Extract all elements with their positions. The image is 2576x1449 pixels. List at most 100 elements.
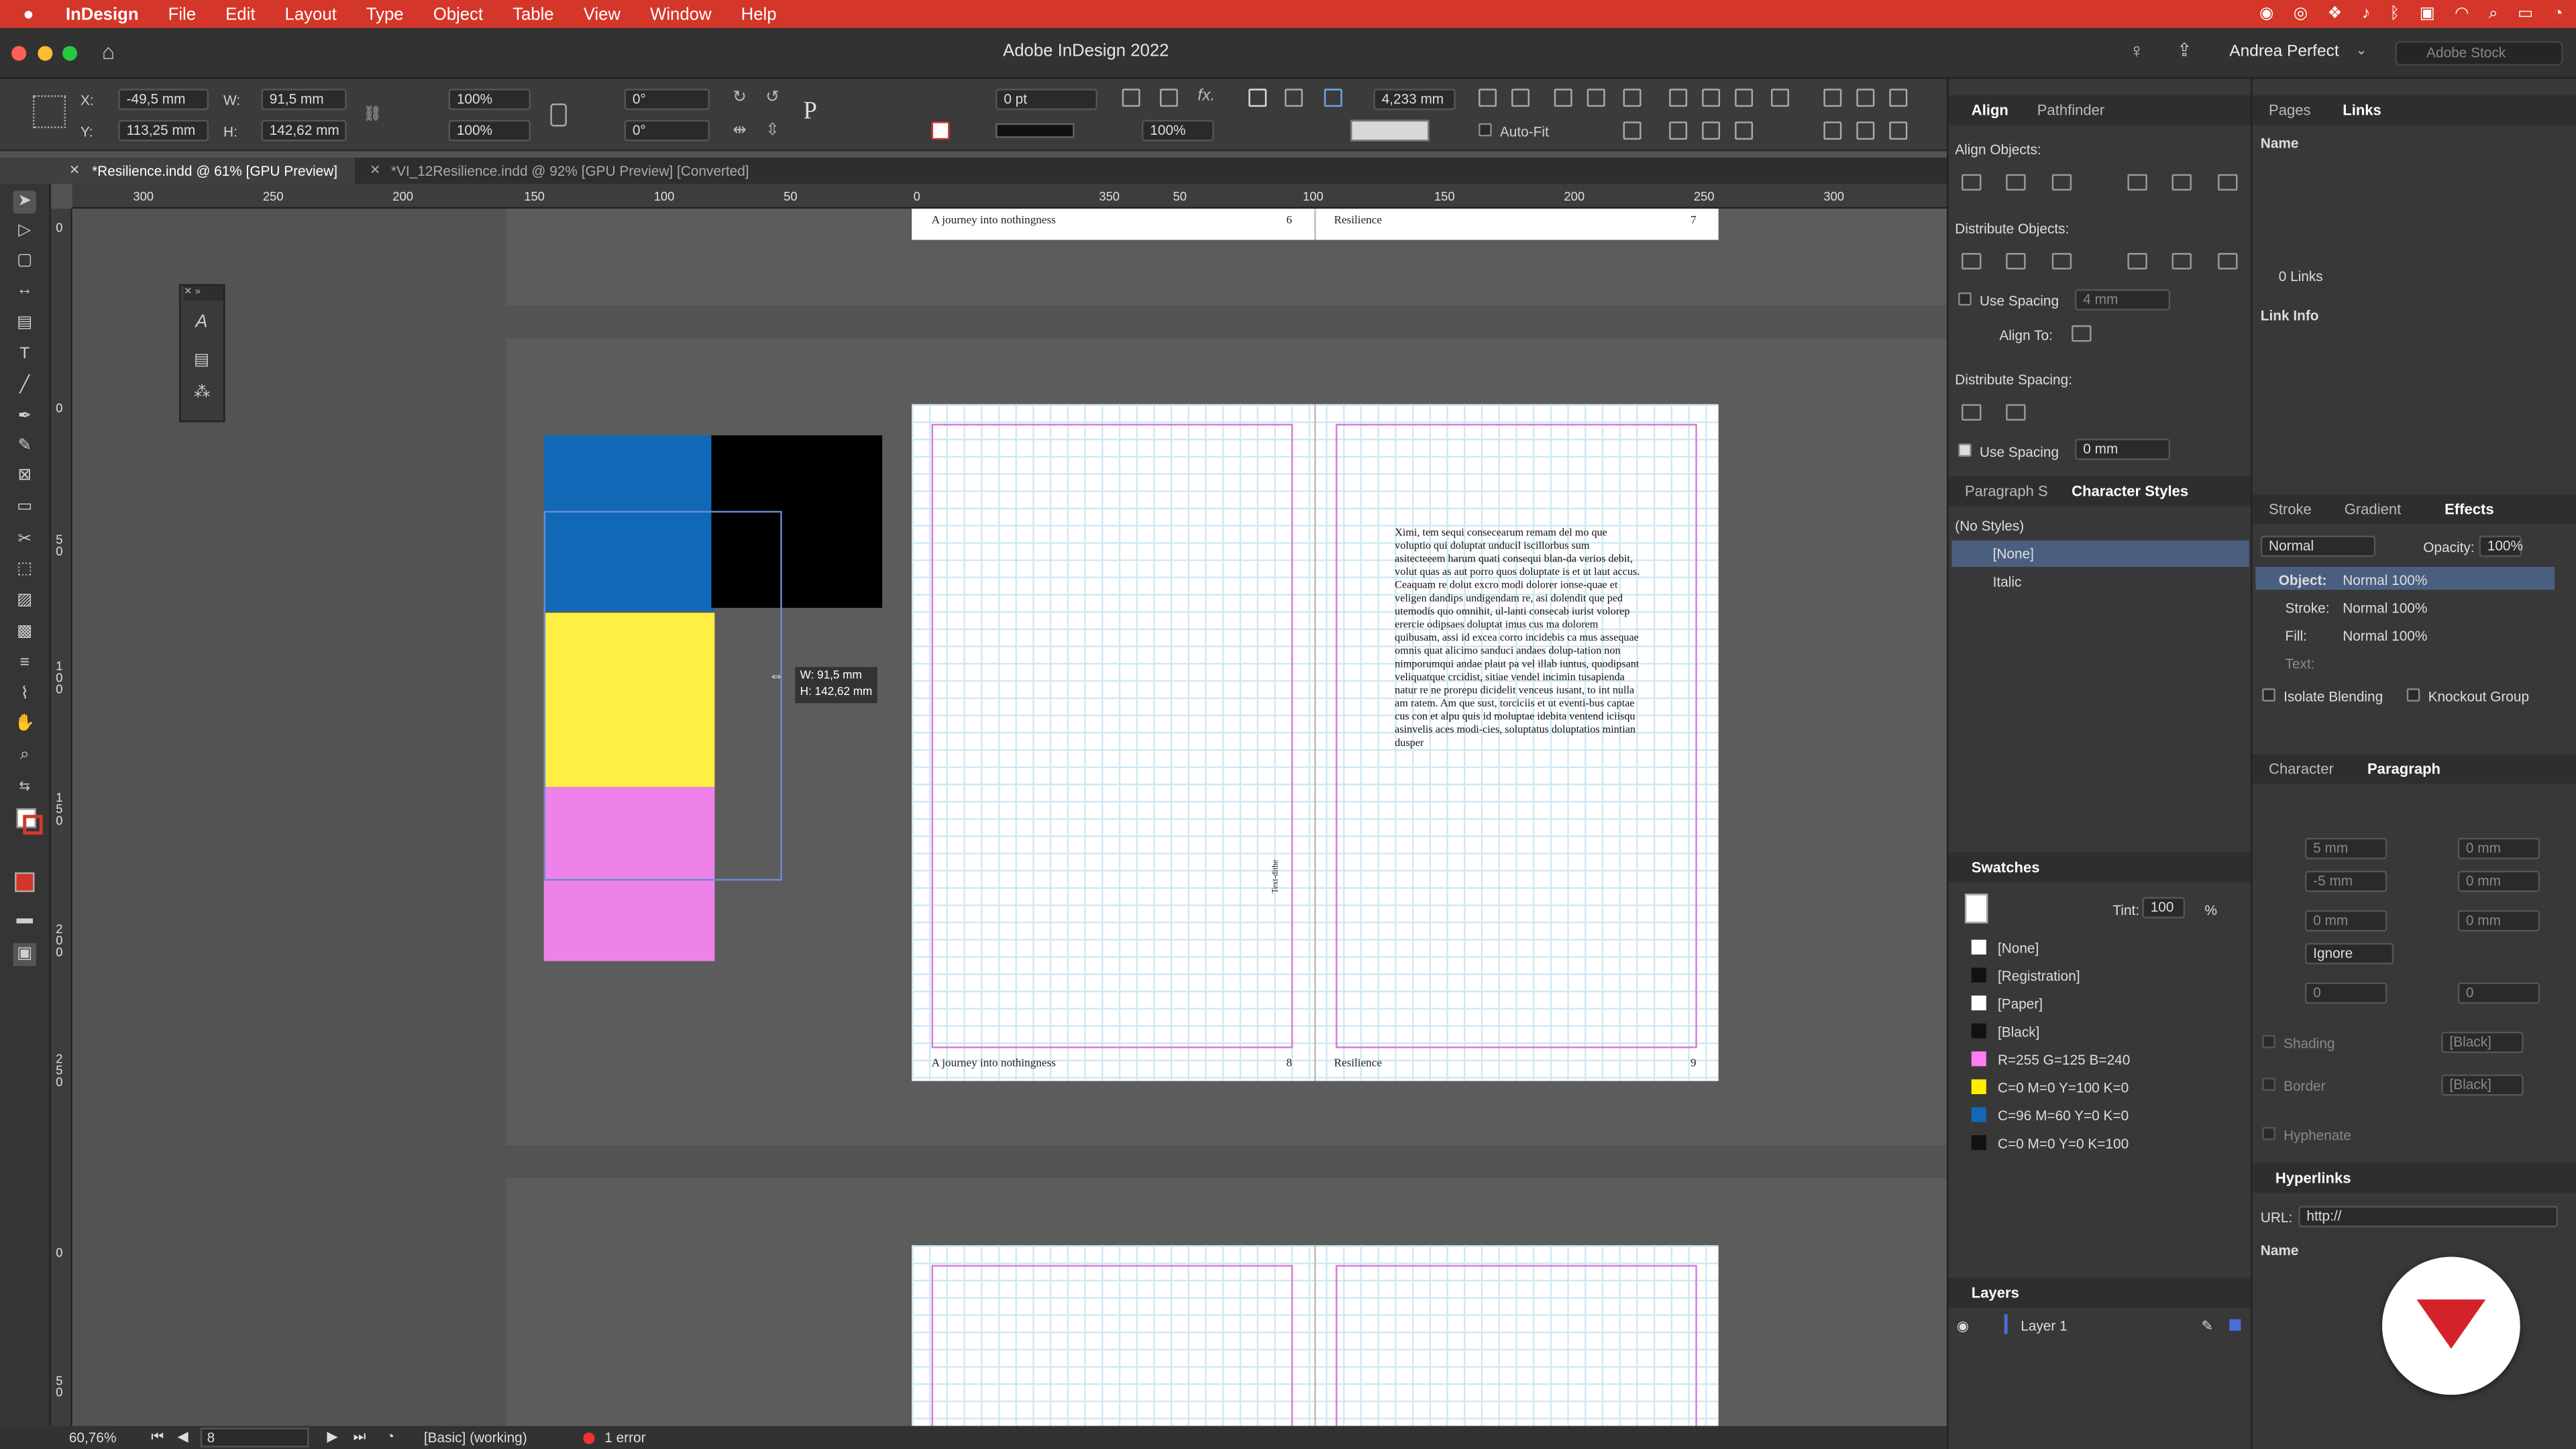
p-icon[interactable]: P: [804, 99, 817, 127]
swatch-row[interactable]: [Black]: [1948, 1018, 2251, 1043]
border-checkbox[interactable]: [2262, 1077, 2275, 1091]
distribute-icon-4[interactable]: [1823, 121, 1842, 140]
eyedropper-tool-icon[interactable]: ⌇: [13, 684, 36, 706]
align-right-edges-icon[interactable]: [2051, 174, 2072, 191]
menu-type[interactable]: Type: [366, 4, 404, 23]
sync-icon[interactable]: ◎: [2294, 5, 2308, 23]
swatch-row[interactable]: [Paper]: [1948, 991, 2251, 1016]
fx-icon[interactable]: fx.: [1197, 87, 1215, 105]
rotation-angle-field[interactable]: 0°: [624, 89, 710, 111]
distribute-icon-6[interactable]: [1889, 121, 1908, 140]
rotate-cw-icon[interactable]: ↻: [733, 89, 747, 107]
use-spacing-checkbox[interactable]: [1958, 292, 1972, 306]
left-indent-field[interactable]: 5 mm: [2304, 837, 2387, 859]
reference-point-icon[interactable]: [32, 95, 66, 129]
page-spread-6-7[interactable]: A journey into nothingness 6 Resilience …: [912, 209, 1719, 240]
distribute-icon-5[interactable]: [1856, 121, 1875, 140]
hand-tool-icon[interactable]: ✋: [13, 713, 36, 736]
tab-resilience[interactable]: *Resilience.indd @ 61% [GPU Preview]: [69, 158, 337, 184]
page-tool-icon[interactable]: ▢: [13, 250, 36, 272]
control-center-icon[interactable]: ▭: [2518, 5, 2533, 23]
first-page-icon[interactable]: ⏮: [151, 1428, 164, 1446]
flip-horizontal-icon[interactable]: ⇹: [733, 121, 747, 140]
zoom-tool-icon[interactable]: ⌕: [13, 744, 36, 767]
tab-align[interactable]: Align: [1972, 102, 2008, 118]
stroke-color-icon[interactable]: [23, 814, 43, 835]
shear-angle-field[interactable]: 0°: [624, 119, 710, 142]
layer-color-icon[interactable]: [2229, 1319, 2241, 1331]
distribute-bottom-icon[interactable]: [2051, 253, 2072, 270]
tab-links[interactable]: Links: [2343, 102, 2381, 118]
space-before-field[interactable]: 0 mm: [2304, 910, 2387, 932]
previous-page-icon[interactable]: ◀: [177, 1428, 188, 1446]
align-horizontal-centers-icon[interactable]: [2006, 174, 2026, 191]
distribute-hcenter-icon[interactable]: [2171, 253, 2192, 270]
bluetooth-icon[interactable]: ᛒ: [2390, 5, 2400, 23]
y-field[interactable]: 113,25 mm: [118, 119, 209, 142]
tab-vi12resilience[interactable]: *VI_12Resilience.indd @ 92% [GPU Preview…: [368, 158, 749, 184]
swatch-row[interactable]: [None]: [1948, 934, 2251, 959]
preflight-profile[interactable]: [Basic] (working): [424, 1430, 527, 1446]
constrain-scale-icon[interactable]: [550, 103, 567, 127]
first-line-indent-field[interactable]: -5 mm: [2304, 870, 2387, 892]
spacing-field[interactable]: 4 mm: [2075, 289, 2171, 311]
zoom-level[interactable]: 60,76%: [69, 1430, 117, 1446]
wrap-icon[interactable]: ▤: [194, 352, 209, 370]
search-icon[interactable]: ⌕: [2489, 5, 2498, 23]
align-to-grid-dropdown[interactable]: Ignore: [2304, 943, 2394, 965]
line-tool-icon[interactable]: ╱: [13, 374, 36, 397]
right-indent-field[interactable]: 0 mm: [2457, 837, 2540, 859]
gradient-feather-tool-icon[interactable]: ▩: [13, 621, 36, 644]
distribute-center-icon[interactable]: [2006, 253, 2026, 270]
clock-icon[interactable]: ◔: [2553, 5, 2563, 23]
opacity-field[interactable]: 100%: [1142, 119, 1214, 142]
scale-y-field[interactable]: 100%: [448, 119, 531, 142]
free-transform-tool-icon[interactable]: ⬚: [13, 559, 36, 582]
isolate-blending-checkbox[interactable]: [2262, 688, 2275, 702]
shading-checkbox[interactable]: [2262, 1034, 2275, 1049]
lightbulb-icon[interactable]: ♀: [2129, 40, 2144, 62]
menu-object[interactable]: Object: [433, 4, 483, 23]
knockout-group-checkbox[interactable]: [2406, 688, 2420, 702]
type-on-path-icon[interactable]: A: [195, 312, 207, 331]
use-spacing-checkbox-2[interactable]: [1958, 443, 1972, 457]
tab-paragraph[interactable]: Paragraph: [2367, 761, 2440, 777]
layer-name[interactable]: Layer 1: [2021, 1318, 2067, 1334]
last-page-icon[interactable]: ⏭: [354, 1428, 366, 1446]
wifi-icon[interactable]: ◠: [2455, 5, 2469, 23]
gap-tool-icon[interactable]: ↔: [13, 279, 36, 302]
menu-layout[interactable]: Layout: [285, 4, 337, 23]
distribute-icon-3[interactable]: [1889, 89, 1908, 107]
wrap-icon[interactable]: [1248, 89, 1267, 107]
last-line-indent-field[interactable]: 0 mm: [2457, 870, 2540, 892]
align-left-icon[interactable]: [1669, 89, 1688, 107]
distribute-hspace-icon[interactable]: [2006, 404, 2026, 421]
url-field[interactable]: http://: [2298, 1205, 2559, 1228]
distribute-icon-1[interactable]: [1823, 89, 1842, 107]
style-none[interactable]: [None]: [1993, 545, 2034, 561]
align-bottom-edges-icon[interactable]: [2218, 174, 2238, 191]
default-colors-icon[interactable]: ⇆: [13, 775, 36, 798]
align-left-edges-icon[interactable]: [1962, 174, 1982, 191]
tab-gradient[interactable]: Gradient: [2345, 501, 2402, 517]
align-vertical-centers-icon[interactable]: [2171, 174, 2192, 191]
frame-fitting-icon[interactable]: [1122, 89, 1140, 107]
swatch-row[interactable]: C=0 M=0 Y=0 K=100: [1948, 1130, 2251, 1155]
align-center-icon[interactable]: [1702, 89, 1721, 107]
menu-table[interactable]: Table: [513, 4, 553, 23]
align-bottom-icon[interactable]: [1623, 121, 1642, 140]
stroke-type-dropdown[interactable]: [996, 123, 1075, 138]
spacing-field-2[interactable]: 0 mm: [2075, 438, 2171, 460]
fill-swatch-icon[interactable]: [931, 121, 950, 140]
scale-x-field[interactable]: 100%: [448, 89, 531, 111]
align-base-icon[interactable]: [1735, 121, 1754, 140]
chevron-down-icon[interactable]: ⌄: [2356, 43, 2367, 58]
blend-mode-dropdown[interactable]: Normal: [2260, 535, 2376, 557]
screen-mode-icon[interactable]: ▬: [13, 908, 36, 931]
page-spread-8-9[interactable]: Text-dithe Ximi, tem sequi consecearum r…: [912, 404, 1719, 1081]
distribute-left-icon[interactable]: [2127, 253, 2147, 270]
direct-selection-tool-icon[interactable]: ▷: [13, 220, 36, 243]
distribute-top-icon[interactable]: [1962, 253, 1982, 270]
swatch-row[interactable]: C=0 M=0 Y=100 K=0: [1948, 1075, 2251, 1099]
swatch-row[interactable]: R=255 G=125 B=240: [1948, 1046, 2251, 1071]
